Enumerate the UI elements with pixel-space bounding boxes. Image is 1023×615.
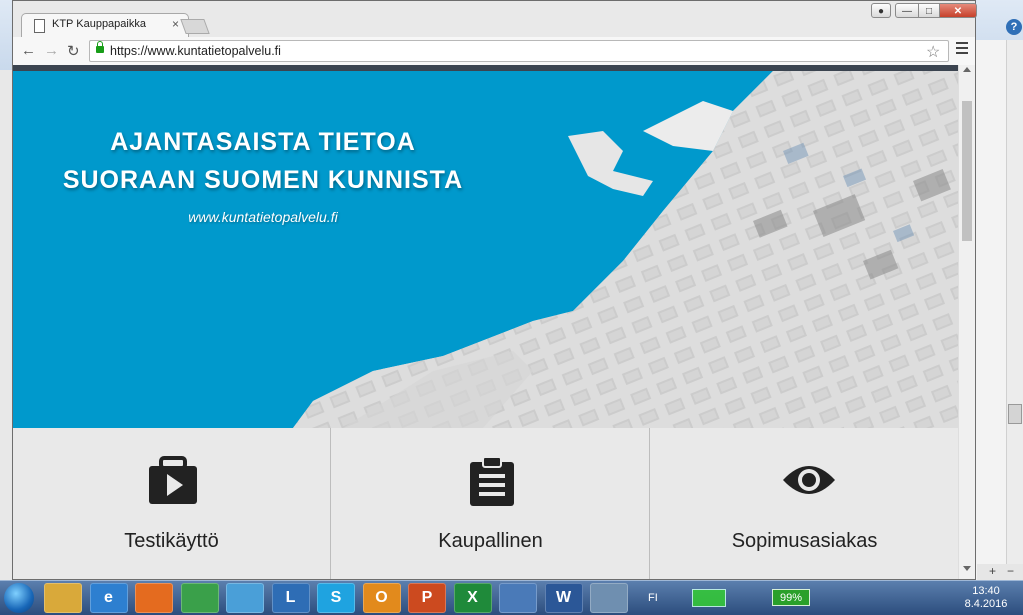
service-cards: Testikäyttö Kaupallinen Sopimusasiakas (13, 428, 958, 579)
taskbar-app-skype[interactable]: S (317, 583, 355, 613)
hero-banner: AJANTASAISTA TIETOA SUORAAN SUOMEN KUNNI… (13, 71, 958, 428)
page-icon (34, 19, 45, 33)
user-icon[interactable]: ● (871, 3, 891, 18)
taskbar-app-globe[interactable] (226, 583, 264, 613)
address-bar[interactable]: https://www.kuntatietopalvelu.fi ☆ (89, 40, 949, 62)
hero-title-line-2: SUORAAN SUOMEN KUNNISTA (62, 166, 464, 194)
scroll-thumb[interactable] (962, 101, 972, 241)
background-zoom-controls[interactable]: + − (977, 564, 1023, 580)
hero-site-url[interactable]: www.kuntatietopalvelu.fi (133, 209, 393, 225)
battery-indicator[interactable]: 99% (772, 589, 810, 606)
tab-strip: KTP Kauppapaikka × ● — □ ✕ (13, 1, 977, 37)
clock[interactable]: 13:40 8.4.2016 (962, 585, 1010, 611)
scroll-down-icon[interactable] (963, 566, 971, 571)
close-button[interactable]: ✕ (939, 3, 977, 18)
scroll-up-icon[interactable] (963, 67, 971, 72)
taskbar: e LSOPX W FI 99% 13:40 8.4.2016 (0, 580, 1023, 615)
taskbar-app-internet-explorer[interactable]: e (89, 583, 128, 613)
taskbar-app-powerpoint[interactable]: P (408, 583, 446, 613)
maximize-button[interactable]: □ (918, 3, 940, 18)
tab-close-icon[interactable]: × (172, 17, 179, 31)
menu-icon[interactable] (956, 42, 968, 57)
taskbar-app-file-explorer[interactable] (44, 583, 82, 613)
back-icon[interactable]: ← (21, 42, 36, 59)
card-label: Sopimusasiakas (731, 530, 878, 552)
hero-title: AJANTASAISTA TIETOA SUORAAN SUOMEN KUNNI… (43, 123, 483, 199)
taskbar-app-manager[interactable] (590, 583, 628, 613)
help-icon[interactable]: ? (1006, 19, 1022, 35)
clock-time: 13:40 (972, 585, 1000, 597)
taskbar-app-lync[interactable]: L (271, 583, 310, 613)
taskbar-app-firefox[interactable] (135, 583, 173, 613)
page-scrollbar[interactable] (958, 65, 975, 579)
language-indicator[interactable]: FI (648, 592, 658, 604)
card-testikaytto[interactable]: Testikäyttö (13, 428, 331, 579)
clock-date: 8.4.2016 (964, 598, 1008, 610)
hero-title-line-1: AJANTASAISTA TIETOA (110, 128, 416, 156)
card-kaupallinen[interactable]: Kaupallinen (332, 428, 650, 579)
minimize-button[interactable]: — (895, 3, 919, 18)
eye-icon (783, 466, 835, 494)
clipboard-icon (470, 456, 514, 506)
tab-ktp-kauppapaikka[interactable]: KTP Kauppapaikka × (21, 13, 189, 37)
zoom-in-icon[interactable]: + (989, 564, 996, 578)
browser-toolbar: ← → ↻ https://www.kuntatietopalvelu.fi ☆ (13, 37, 975, 66)
taskbar-app-chrome[interactable] (180, 583, 219, 613)
lock-icon (96, 41, 104, 53)
taskbar-app-word[interactable]: W (544, 583, 583, 613)
zoom-out-icon[interactable]: − (1007, 564, 1014, 578)
card-sopimusasiakas[interactable]: Sopimusasiakas (651, 428, 958, 579)
background-scroll-thumb[interactable] (1008, 404, 1022, 424)
taskbar-app-cloud[interactable] (499, 583, 537, 613)
bookmark-star-icon[interactable]: ☆ (926, 42, 940, 62)
reload-icon[interactable]: ↻ (67, 42, 80, 60)
tab-title: KTP Kauppapaikka (52, 18, 146, 30)
start-button[interactable] (4, 583, 34, 613)
browser-window: KTP Kauppapaikka × ● — □ ✕ ← → ↻ https:/… (12, 0, 977, 580)
taskbar-app-excel[interactable]: X (453, 583, 492, 613)
network-signal-icon[interactable] (692, 589, 726, 607)
forward-icon[interactable]: → (44, 42, 59, 59)
card-label: Kaupallinen (438, 530, 543, 552)
taskbar-app-outlook[interactable]: O (362, 583, 401, 613)
background-scrollbar[interactable] (1006, 40, 1023, 580)
briefcase-play-icon (149, 456, 197, 504)
url-text[interactable]: https://www.kuntatietopalvelu.fi (110, 44, 281, 58)
new-tab-button[interactable] (180, 19, 210, 34)
card-label: Testikäyttö (124, 530, 219, 552)
